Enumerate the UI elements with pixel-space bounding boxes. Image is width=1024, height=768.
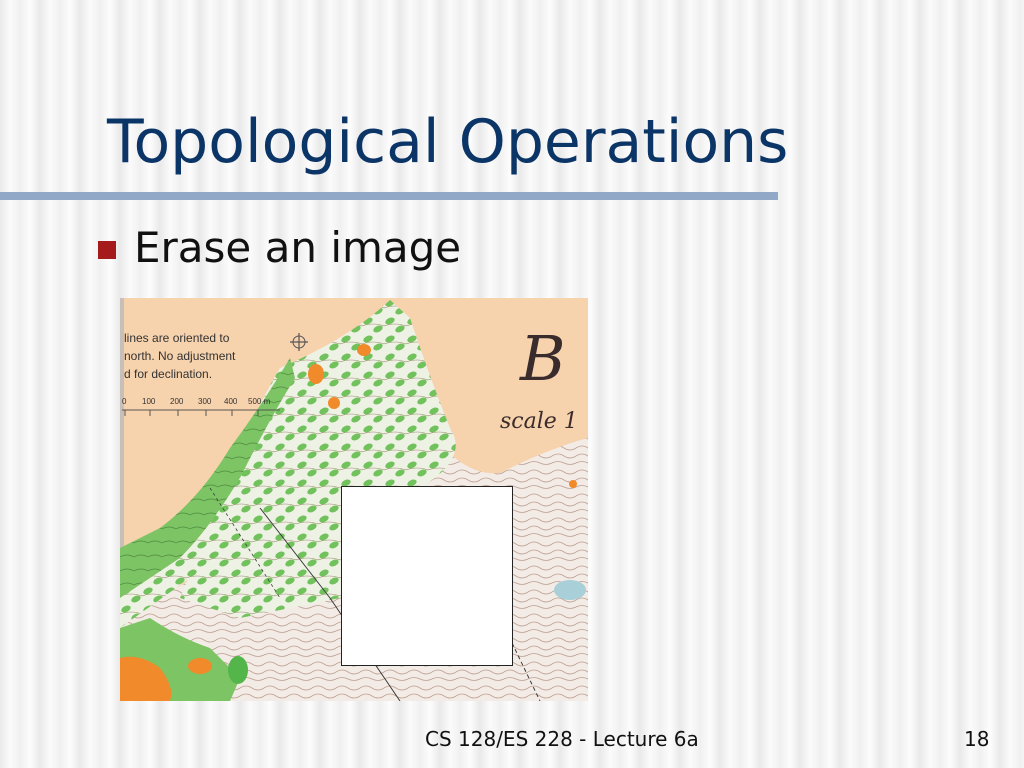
bullet-marker xyxy=(98,241,116,259)
scale-tick-0: 0 xyxy=(122,397,127,406)
map-legend-line-1: lines are oriented to xyxy=(124,331,230,345)
scale-tick-500: 500 m xyxy=(248,397,271,406)
map-legend-line-2: north. No adjustment xyxy=(124,349,236,363)
slide-footer: CS 128/ES 228 - Lecture 6a xyxy=(425,727,699,751)
slide-number: 18 xyxy=(964,727,990,751)
scale-tick-200: 200 xyxy=(170,397,184,406)
map-logo-letter: B xyxy=(519,322,566,395)
bullet-text: Erase an image xyxy=(134,223,462,272)
scale-tick-300: 300 xyxy=(198,397,212,406)
scale-tick-100: 100 xyxy=(142,397,156,406)
title-divider xyxy=(0,192,778,200)
map-scale-text: scale 1 xyxy=(500,409,578,434)
erased-region xyxy=(341,486,513,666)
map-legend-line-3: d for declination. xyxy=(124,367,212,381)
slide-title: Topological Operations xyxy=(107,107,789,177)
scale-tick-400: 400 xyxy=(224,397,238,406)
